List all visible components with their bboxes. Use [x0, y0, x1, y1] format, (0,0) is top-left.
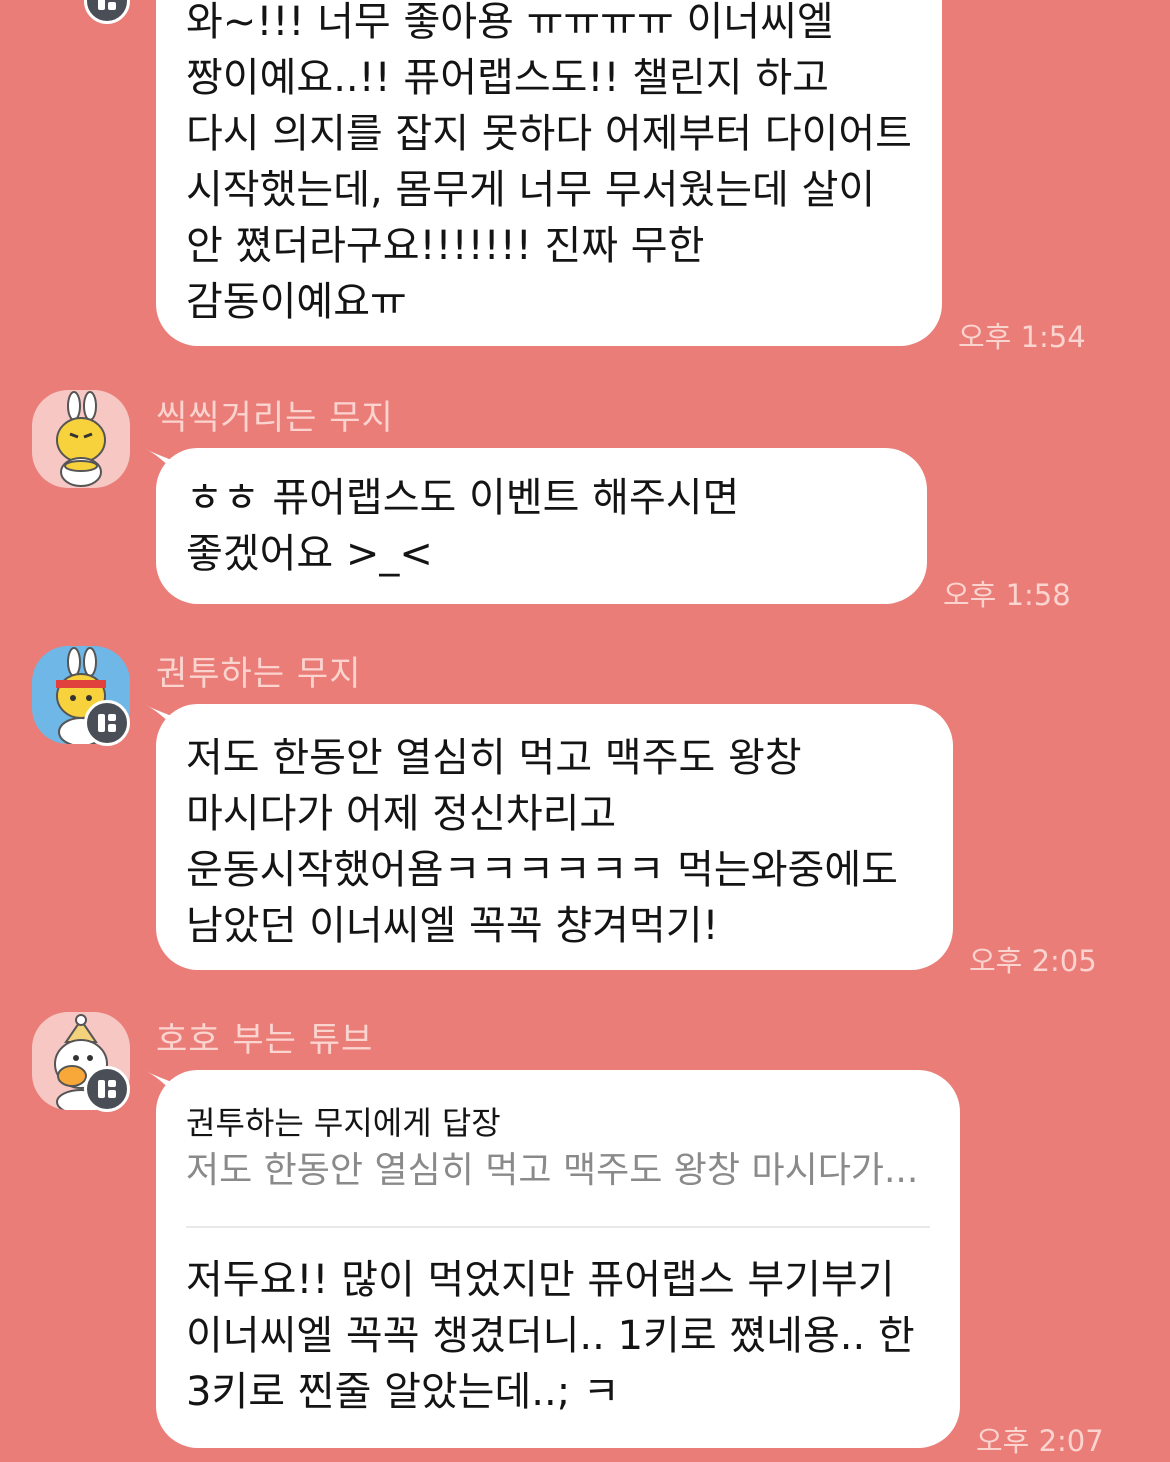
- message-time: 오후 2:07: [976, 1424, 1104, 1458]
- profile-avatar[interactable]: [32, 390, 130, 488]
- bubble-tail: [144, 1070, 184, 1106]
- sender-name: 권투하는 무지: [156, 654, 362, 694]
- message-text: 저두요!! 많이 먹었지만 퓨어랩스 부기부기 이너씨엘 꼭꼭 챙겼더니.. 1…: [186, 1257, 915, 1415]
- message-bubble[interactable]: 권투하는 무지에게 답장 저도 한동안 열심히 먹고 맥주도 왕창 마시다가..…: [144, 1070, 960, 1448]
- message-bubble[interactable]: ㅎㅎ 퓨어랩스도 이벤트 해주시면 좋겠어요 >_<: [144, 448, 927, 604]
- message-time: 오후 1:58: [943, 578, 1071, 612]
- message-text: 저도 한동안 열심히 먹고 맥주도 왕창 마시다가 어제 정신차리고 운동시작했…: [186, 735, 898, 949]
- reply-preview[interactable]: 저도 한동안 열심히 먹고 맥주도 왕창 마시다가...: [186, 1146, 930, 1196]
- chat-badge-icon: [84, 0, 130, 24]
- bubble-tail: [144, 704, 184, 740]
- message-time: 오후 1:54: [958, 320, 1086, 354]
- message-bubble[interactable]: 와~!!! 너무 좋아용 ㅠㅠㅠㅠ 이너씨엘 짱이예요..!! 퓨어랩스도!! …: [156, 0, 942, 346]
- message-time: 오후 2:05: [969, 944, 1097, 978]
- message-text: 와~!!! 너무 좋아용 ㅠㅠㅠㅠ 이너씨엘 짱이예요..!! 퓨어랩스도!! …: [186, 0, 912, 325]
- message-text: ㅎㅎ 퓨어랩스도 이벤트 해주시면 좋겠어요 >_<: [186, 475, 740, 577]
- reply-divider: [186, 1226, 930, 1228]
- chat-badge-icon: [84, 700, 130, 746]
- muzi-angry-avatar-icon: [32, 390, 130, 488]
- sender-name: 씩씩거리는 무지: [156, 398, 394, 438]
- sender-name: 호호 부는 튜브: [156, 1020, 374, 1060]
- message-bubble[interactable]: 저도 한동안 열심히 먹고 맥주도 왕창 마시다가 어제 정신차리고 운동시작했…: [144, 704, 953, 970]
- bubble-tail: [144, 448, 184, 484]
- reply-target[interactable]: 권투하는 무지에게 답장: [186, 1100, 930, 1146]
- chat-badge-icon: [84, 1066, 130, 1112]
